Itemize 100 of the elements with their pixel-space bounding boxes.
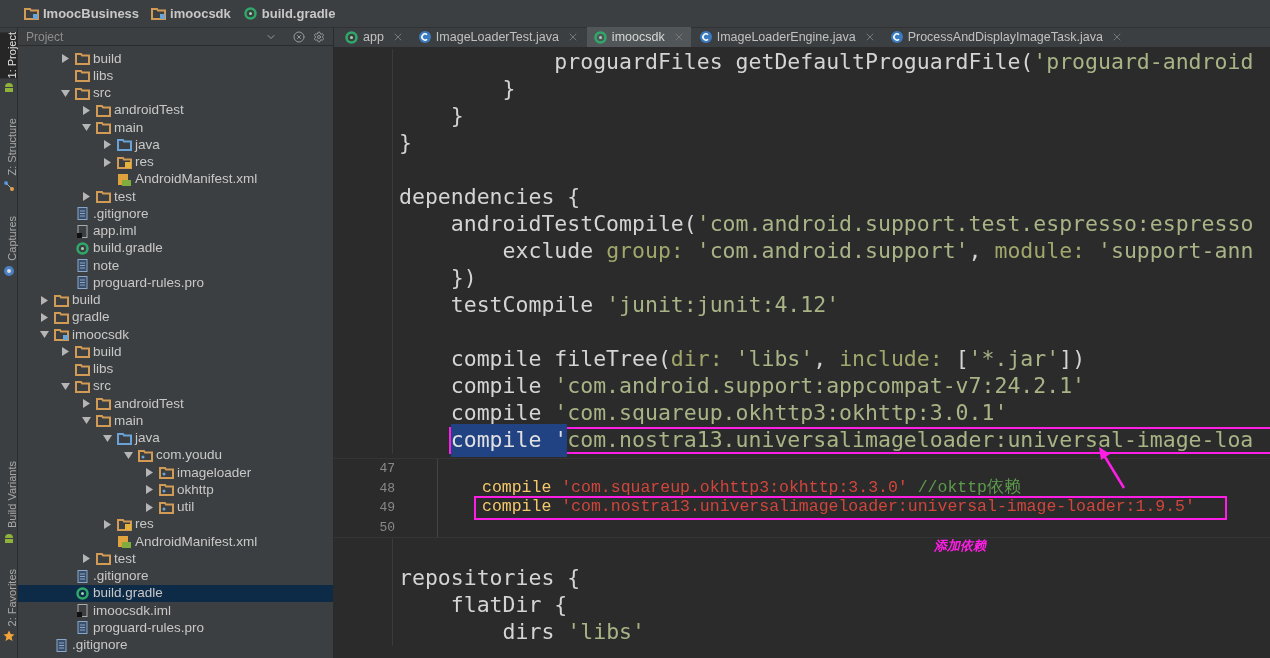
expanded-arrow-icon[interactable]	[82, 123, 91, 133]
tree-item[interactable]: imageloader	[18, 464, 333, 482]
expanded-arrow-icon[interactable]	[40, 330, 49, 340]
tree-item[interactable]: .gitignore	[18, 205, 333, 223]
editor-tab[interactable]: imoocsdk	[586, 27, 691, 47]
collapsed-arrow-icon[interactable]	[103, 157, 112, 167]
folder-icon	[117, 431, 132, 445]
editor-tab[interactable]: ProcessAndDisplayImageTask.java	[883, 27, 1129, 47]
collapsed-arrow-icon[interactable]	[40, 312, 49, 322]
code-line: }	[501, 76, 517, 103]
editor-tab[interactable]: app	[338, 27, 410, 47]
collapsed-arrow-icon[interactable]	[145, 485, 154, 495]
tree-item[interactable]: proguard-rules.pro	[18, 274, 333, 292]
tree-item[interactable]: androidTest	[18, 101, 333, 119]
tree-item[interactable]: note	[18, 257, 333, 275]
tree-item[interactable]: libs	[18, 67, 333, 85]
expanded-arrow-icon[interactable]	[82, 416, 91, 426]
tree-item[interactable]: java	[18, 136, 333, 154]
tree-item[interactable]: build.gradle	[18, 584, 333, 602]
expanded-arrow-icon[interactable]	[124, 450, 133, 460]
tree-item[interactable]: androidTest	[18, 395, 333, 413]
android-icon	[2, 532, 15, 545]
tool-window-tab[interactable]: Build Variants	[0, 461, 17, 529]
tree-item[interactable]: src	[18, 377, 333, 395]
file-icon	[75, 569, 90, 583]
manifest-file-icon	[117, 172, 132, 186]
tree-item[interactable]: build	[18, 343, 333, 361]
collapsed-arrow-icon[interactable]	[103, 140, 112, 150]
file-icon	[75, 224, 90, 238]
folder-icon	[75, 379, 90, 393]
tree-item[interactable]: main	[18, 119, 333, 137]
tool-window-tab[interactable]: 1: Project	[0, 32, 17, 79]
collapsed-arrow-icon[interactable]	[103, 519, 112, 529]
tree-item[interactable]: build.gradle	[18, 239, 333, 257]
collapse-icon[interactable]	[293, 30, 305, 43]
collapsed-arrow-icon[interactable]	[82, 105, 91, 115]
file-icon	[75, 207, 90, 221]
editor-tab[interactable]: ImageLoaderTest.java	[411, 27, 585, 47]
tool-window-tab[interactable]: Z: Structure	[0, 118, 17, 176]
collapsed-arrow-icon[interactable]	[82, 192, 91, 202]
tree-item[interactable]: .gitignore	[18, 567, 333, 585]
code-line: compile 'com.android.support:appcompat-v7:24.2.1'	[449, 373, 1087, 400]
code-line: compile fileTree(dir: 'libs', include: ['*.jar'])	[449, 346, 1087, 373]
breadcrumb-item[interactable]: ImoocBusiness	[24, 3, 140, 24]
code-line: dependencies {	[398, 184, 582, 211]
tree-item[interactable]: test	[18, 188, 333, 206]
tree-item[interactable]: com.youdu	[18, 446, 333, 464]
tree-item[interactable]: main	[18, 412, 333, 430]
expanded-arrow-icon[interactable]	[61, 88, 70, 98]
tree-item[interactable]: proguard-rules.pro	[18, 619, 333, 637]
folder-icon	[75, 86, 90, 100]
editor-tab[interactable]: ImageLoaderEngine.java	[692, 27, 882, 47]
settings-icon[interactable]	[313, 30, 325, 43]
tree-item[interactable]: imoocsdk	[18, 326, 333, 344]
collapsed-arrow-icon[interactable]	[145, 468, 154, 478]
collapsed-arrow-icon[interactable]	[82, 399, 91, 409]
tree-item[interactable]: res	[18, 515, 333, 533]
tree-item[interactable]: util	[18, 498, 333, 516]
folder-icon	[151, 7, 167, 20]
collapsed-arrow-icon[interactable]	[61, 54, 70, 64]
tree-item[interactable]: res	[18, 153, 333, 171]
tree-item[interactable]: app.iml	[18, 222, 333, 240]
file-icon	[54, 638, 69, 652]
folder-icon	[75, 69, 90, 83]
file-icon	[75, 621, 90, 635]
collapsed-arrow-icon[interactable]	[145, 502, 154, 512]
tool-window-tab[interactable]: 2: Favorites	[0, 568, 17, 626]
gradle-icon	[344, 30, 359, 44]
collapsed-arrow-icon[interactable]	[82, 554, 91, 564]
tool-window-tab[interactable]: Captures	[0, 215, 17, 261]
folder-icon	[54, 328, 69, 342]
tree-item[interactable]: okhttp	[18, 481, 333, 499]
gradle-icon	[75, 586, 90, 600]
tree-item[interactable]: libs	[18, 360, 333, 378]
file-icon	[75, 604, 90, 618]
tree-item[interactable]: build	[18, 50, 333, 68]
tree-item[interactable]: AndroidManifest.xml	[18, 170, 333, 188]
gradle-icon	[242, 7, 258, 20]
camera-icon	[2, 264, 15, 277]
code-line: repositories {	[398, 565, 582, 592]
tree-item[interactable]: .gitignore	[18, 636, 333, 654]
expanded-arrow-icon[interactable]	[61, 381, 70, 391]
breadcrumb-item[interactable]: imoocsdk	[151, 3, 231, 24]
annotation-note: 添加依赖	[934, 538, 986, 554]
tree-item[interactable]: AndroidManifest.xml	[18, 533, 333, 551]
package-icon	[159, 483, 174, 497]
package-icon	[159, 466, 174, 480]
folder-icon	[96, 397, 111, 411]
folder-icon	[117, 517, 132, 531]
tree-item[interactable]: java	[18, 429, 333, 447]
breadcrumb-item[interactable]: build.gradle	[242, 3, 336, 24]
collapsed-arrow-icon[interactable]	[61, 347, 70, 357]
tree-item[interactable]: build	[18, 291, 333, 309]
folder-icon	[117, 155, 132, 169]
tree-item[interactable]: gradle	[18, 308, 333, 326]
collapsed-arrow-icon[interactable]	[40, 295, 49, 305]
expanded-arrow-icon[interactable]	[103, 433, 112, 443]
tree-item[interactable]: test	[18, 550, 333, 568]
tree-item[interactable]: src	[18, 84, 333, 102]
tree-item[interactable]: imoocsdk.iml	[18, 602, 333, 620]
